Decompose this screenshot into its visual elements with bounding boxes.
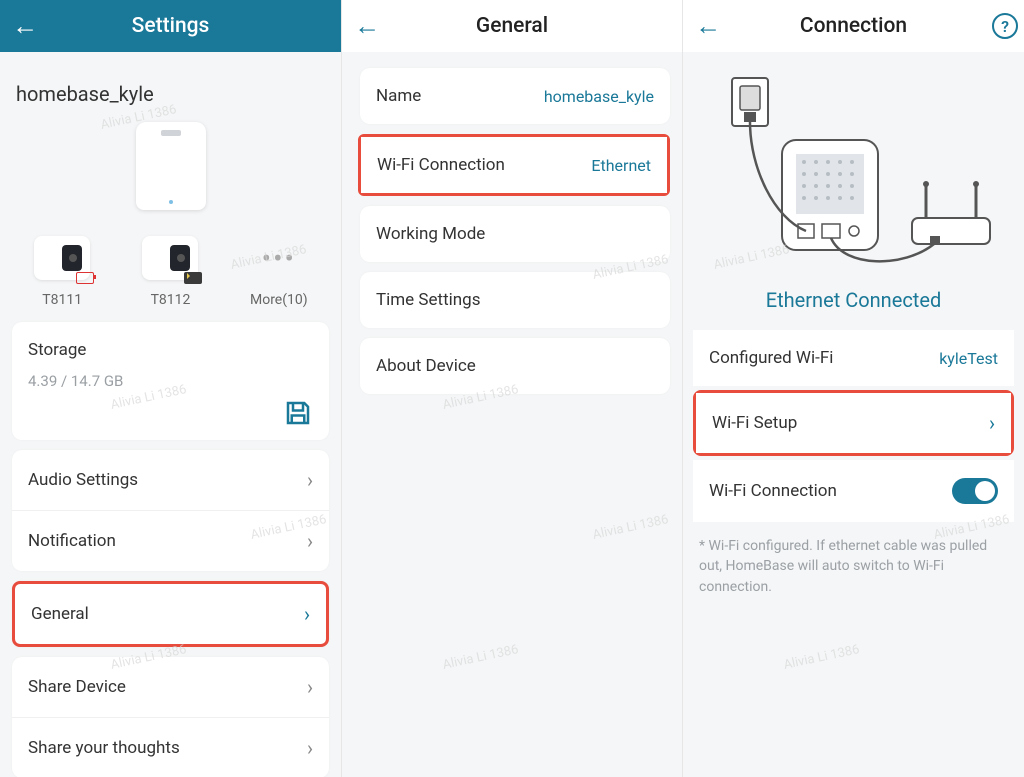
row-share-thoughts[interactable]: Share your thoughts › (12, 717, 329, 777)
device-label: T8111 (42, 292, 82, 308)
row-working-mode[interactable]: Working Mode (360, 206, 670, 262)
settings-list: Audio Settings › Notification › (12, 450, 329, 571)
general-title: General (476, 14, 548, 38)
settings-header: ← Settings (0, 0, 341, 52)
homebase-illustration (0, 116, 341, 226)
watermark: Alivia Li 1386 (441, 642, 520, 673)
save-icon[interactable] (283, 398, 313, 428)
watermark: Alivia Li 1386 (591, 512, 670, 543)
back-icon[interactable]: ← (12, 11, 38, 42)
row-wifi-connection[interactable]: Wi-Fi Connection Ethernet (358, 134, 670, 196)
connection-illustration (683, 52, 1024, 284)
settings-panel: ← Settings homebase_kyle T8111 T8112 •••… (0, 0, 341, 777)
device-item[interactable]: T8111 (17, 236, 107, 308)
row-general[interactable]: General › (12, 581, 329, 647)
row-share-device[interactable]: Share Device › (12, 657, 329, 717)
device-item[interactable]: T8112 (125, 236, 215, 308)
settings-list-2: Share Device › Share your thoughts › (12, 657, 329, 777)
sub-device-row: T8111 T8112 ••• More(10) (0, 226, 341, 312)
row-wifi-setup[interactable]: Wi-Fi Setup › (693, 390, 1014, 456)
row-about-device[interactable]: About Device (360, 338, 670, 394)
chevron-right-icon: › (307, 529, 313, 553)
wifi-value: Ethernet (591, 156, 651, 175)
general-header: ← General (342, 0, 682, 52)
settings-title: Settings (132, 14, 210, 38)
row-configured-wifi[interactable]: Configured Wi-Fi kyleTest (693, 330, 1014, 386)
back-icon[interactable]: ← (354, 11, 380, 42)
row-wifi-connection-toggle: Wi-Fi Connection (693, 460, 1014, 522)
name-value: homebase_kyle (544, 87, 654, 106)
chevron-right-icon: › (307, 675, 313, 699)
row-audio-settings[interactable]: Audio Settings › (12, 450, 329, 510)
storage-card[interactable]: Storage 4.39 / 14.7 GB (12, 322, 329, 440)
chevron-right-icon: › (989, 411, 995, 435)
wifi-toggle[interactable] (952, 478, 998, 504)
camera-icon (34, 236, 90, 280)
connection-header: ← Connection ? (683, 0, 1024, 52)
chevron-right-icon: › (307, 736, 313, 760)
row-name[interactable]: Name homebase_kyle (360, 68, 670, 124)
connection-title: Connection (800, 14, 907, 38)
chevron-right-icon: › (307, 468, 313, 492)
connection-panel: ← Connection ? (682, 0, 1024, 777)
chevron-right-icon: › (304, 602, 310, 626)
back-icon[interactable]: ← (695, 11, 721, 42)
battery-low-icon (76, 272, 94, 284)
device-more[interactable]: ••• More(10) (234, 236, 324, 308)
help-icon[interactable]: ? (992, 13, 1018, 39)
storage-title: Storage (28, 340, 86, 360)
row-notification[interactable]: Notification › (12, 510, 329, 571)
device-label: More(10) (250, 292, 308, 308)
battery-charging-icon (184, 272, 202, 284)
camera-icon (142, 236, 198, 280)
row-time-settings[interactable]: Time Settings (360, 272, 670, 328)
watermark: Alivia Li 1386 (782, 642, 861, 673)
storage-usage: 4.39 / 14.7 GB (12, 372, 329, 398)
more-icon: ••• (251, 236, 307, 280)
device-name: homebase_kyle (0, 52, 341, 116)
device-label: T8112 (151, 292, 191, 308)
wifi-footnote: * Wi-Fi configured. If ethernet cable wa… (683, 526, 1024, 607)
general-panel: ← General Name homebase_kyle Wi-Fi Conne… (341, 0, 682, 777)
connection-status: Ethernet Connected (683, 284, 1024, 326)
configured-wifi-value: kyleTest (939, 349, 998, 368)
